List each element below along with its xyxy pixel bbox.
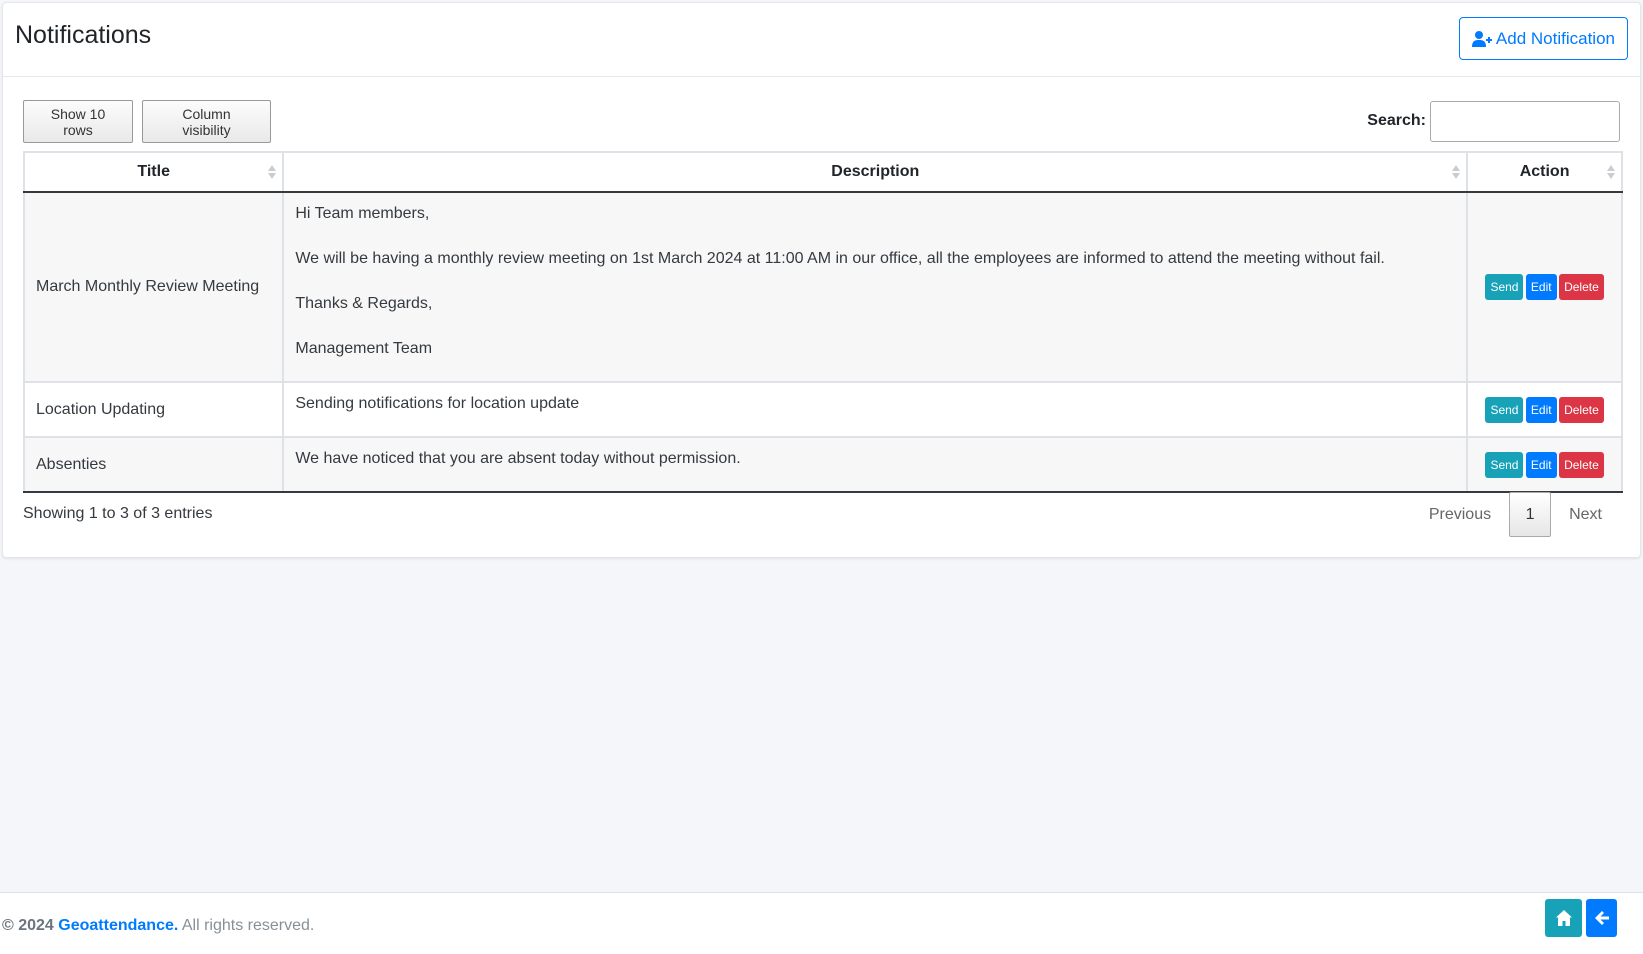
show-rows-button[interactable]: Show 10 rows bbox=[23, 100, 133, 143]
search-input[interactable] bbox=[1430, 100, 1620, 142]
table-row: Absenties We have noticed that you are a… bbox=[22, 436, 1623, 493]
description-cell: Sending notifications for location updat… bbox=[282, 381, 1469, 438]
table-row: March Monthly Review Meeting Hi Team mem… bbox=[22, 191, 1623, 383]
column-header-description-label: Description bbox=[831, 163, 920, 180]
pagination: Previous 1 Next bbox=[1411, 492, 1620, 537]
footer: © 2024 Geoattendance. All rights reserve… bbox=[0, 892, 1643, 954]
title-cell: Location Updating bbox=[22, 381, 285, 438]
column-header-action-label: Action bbox=[1519, 163, 1570, 180]
title-cell: March Monthly Review Meeting bbox=[22, 191, 285, 383]
send-button[interactable]: Send bbox=[1485, 396, 1524, 423]
description-line: Management Team bbox=[295, 340, 433, 357]
column-header-title-label: Title bbox=[137, 163, 170, 180]
back-button[interactable] bbox=[1586, 899, 1617, 937]
table-row: Location Updating Sending notifications … bbox=[22, 381, 1623, 438]
column-header-title[interactable]: Title bbox=[22, 151, 285, 193]
footer-text: © 2024 Geoattendance. All rights reserve… bbox=[2, 917, 314, 935]
table-toolbar: Show 10 rows Column visibility Search: bbox=[23, 100, 1620, 144]
action-cell: Send Edit Delete bbox=[1466, 436, 1623, 493]
delete-button[interactable]: Delete bbox=[1559, 396, 1604, 423]
delete-button[interactable]: Delete bbox=[1559, 451, 1604, 478]
description-line: We will be having a monthly review meeti… bbox=[295, 250, 1385, 267]
title-cell: Absenties bbox=[22, 436, 285, 493]
description-line: We have noticed that you are absent toda… bbox=[295, 450, 741, 467]
send-button[interactable]: Send bbox=[1485, 451, 1524, 478]
column-header-action[interactable]: Action bbox=[1466, 151, 1623, 193]
edit-button[interactable]: Edit bbox=[1525, 451, 1557, 478]
sort-icon bbox=[1452, 165, 1461, 181]
send-button[interactable]: Send bbox=[1485, 274, 1524, 300]
home-icon bbox=[1555, 910, 1572, 926]
table-header-row: Title Description Action bbox=[22, 151, 1623, 193]
edit-button[interactable]: Edit bbox=[1525, 274, 1557, 300]
sort-icon bbox=[1607, 165, 1615, 181]
page-title: Notifications bbox=[15, 21, 152, 49]
rights-text: All rights reserved. bbox=[181, 917, 315, 934]
action-cell: Send Edit Delete bbox=[1466, 381, 1623, 438]
column-visibility-button[interactable]: Column visibility bbox=[142, 100, 271, 143]
home-button[interactable] bbox=[1545, 899, 1582, 937]
search-label: Search: bbox=[1367, 112, 1426, 129]
action-cell: Send Edit Delete bbox=[1466, 191, 1623, 383]
sort-icon bbox=[268, 165, 277, 181]
next-page-button[interactable]: Next bbox=[1551, 492, 1620, 537]
column-header-description[interactable]: Description bbox=[282, 151, 1469, 193]
table-info: Showing 1 to 3 of 3 entries bbox=[23, 505, 213, 522]
search-group: Search: bbox=[1367, 100, 1620, 142]
copyright: © 2024 bbox=[2, 917, 54, 934]
add-notification-label: Add Notification bbox=[1495, 28, 1615, 48]
notifications-table: Title Description Action March Monthly R… bbox=[22, 151, 1623, 493]
description-cell: We have noticed that you are absent toda… bbox=[282, 436, 1469, 493]
add-notification-button[interactable]: Add Notification bbox=[1458, 17, 1628, 60]
notifications-card: Notifications Add Notification Show 10 r… bbox=[2, 2, 1641, 558]
previous-page-button[interactable]: Previous bbox=[1411, 492, 1509, 537]
page-button-current[interactable]: 1 bbox=[1509, 492, 1552, 537]
brand-link[interactable]: Geoattendance. bbox=[58, 917, 178, 934]
description-line: Hi Team members, bbox=[295, 205, 430, 222]
card-header: Notifications Add Notification bbox=[3, 3, 1640, 77]
arrow-left-icon bbox=[1594, 911, 1609, 925]
description-line: Sending notifications for location updat… bbox=[295, 395, 580, 412]
description-line: Thanks & Regards, bbox=[295, 295, 433, 312]
delete-button[interactable]: Delete bbox=[1559, 274, 1604, 300]
user-plus-icon bbox=[1471, 30, 1492, 47]
edit-button[interactable]: Edit bbox=[1525, 396, 1557, 423]
description-cell: Hi Team members, We will be having a mon… bbox=[282, 191, 1469, 383]
